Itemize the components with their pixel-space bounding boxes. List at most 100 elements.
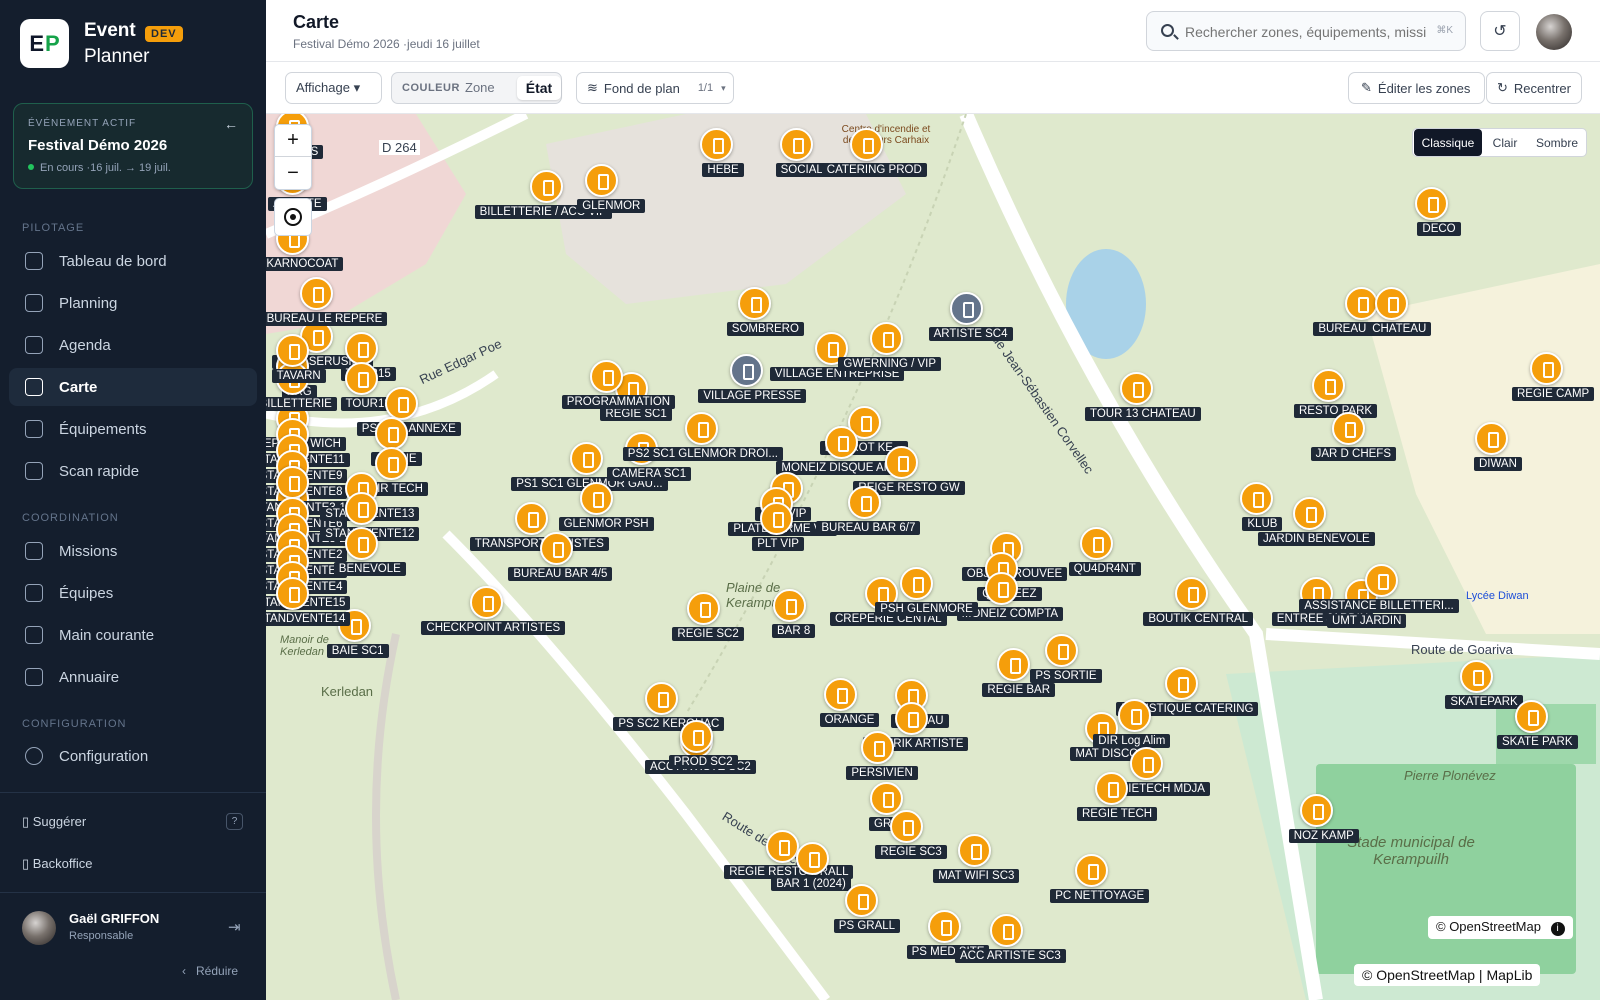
map-marker[interactable]: [680, 720, 713, 753]
recenter-button[interactable]: ↻ Recentrer: [1486, 72, 1582, 104]
nav-planning[interactable]: Planning: [9, 284, 257, 322]
map-marker[interactable]: [1415, 187, 1448, 220]
display-menu-button[interactable]: Affichage ▾: [285, 72, 382, 104]
map-marker[interactable]: [276, 577, 309, 610]
map-marker[interactable]: [1365, 564, 1398, 597]
map-marker[interactable]: [890, 810, 923, 843]
nav-equipements[interactable]: Équipements: [9, 410, 257, 448]
map-marker[interactable]: [585, 164, 618, 197]
search-input[interactable]: [1185, 21, 1435, 43]
zoom-out-button[interactable]: −: [275, 157, 311, 189]
map-marker[interactable]: [1045, 634, 1078, 667]
map-marker[interactable]: [1095, 772, 1128, 805]
map-marker[interactable]: [530, 170, 563, 203]
map-marker[interactable]: [276, 334, 309, 367]
info-icon[interactable]: i: [1550, 922, 1565, 936]
color-option-etat[interactable]: État: [517, 76, 561, 100]
map-marker[interactable]: [766, 830, 799, 863]
map-marker[interactable]: [1345, 287, 1378, 320]
map-marker[interactable]: [1165, 667, 1198, 700]
map-marker[interactable]: [796, 842, 829, 875]
zoom-in-button[interactable]: +: [275, 125, 311, 157]
map-marker[interactable]: [730, 354, 763, 387]
map-marker[interactable]: [1175, 577, 1208, 610]
map-marker[interactable]: [345, 492, 378, 525]
style-option-clair[interactable]: Clair: [1483, 129, 1527, 156]
map-marker[interactable]: [1530, 352, 1563, 385]
collapse-sidebar-button[interactable]: ‹ Réduire: [182, 964, 238, 978]
map-attribution-compact[interactable]: © OpenStreetMap i: [1428, 916, 1573, 939]
refresh-button[interactable]: ↺: [1480, 11, 1520, 51]
map-marker[interactable]: [997, 648, 1030, 681]
global-search[interactable]: ⌘K: [1146, 11, 1466, 51]
map-marker[interactable]: [385, 387, 418, 420]
map-marker[interactable]: [1118, 699, 1151, 732]
nav-tableau-de-bord[interactable]: Tableau de bord: [9, 242, 257, 280]
app-logo[interactable]: EP: [20, 19, 69, 68]
map-marker[interactable]: [780, 128, 813, 161]
map-marker[interactable]: [848, 486, 881, 519]
header-avatar[interactable]: [1536, 14, 1572, 50]
map-marker[interactable]: [990, 914, 1023, 947]
map-marker[interactable]: [470, 586, 503, 619]
backoffice-link[interactable]: ▯ Backoffice: [22, 856, 93, 872]
map-marker[interactable]: [870, 782, 903, 815]
map-marker[interactable]: [958, 834, 991, 867]
logout-icon[interactable]: ⇥: [228, 918, 241, 936]
map-marker[interactable]: [515, 502, 548, 535]
map-marker[interactable]: [685, 412, 718, 445]
map-marker[interactable]: [590, 360, 623, 393]
map-marker[interactable]: [1080, 527, 1113, 560]
map-marker[interactable]: [950, 292, 983, 325]
map-marker[interactable]: [760, 502, 793, 535]
style-option-classique[interactable]: Classique: [1414, 129, 1482, 156]
suggest-link[interactable]: ▯ Suggérer: [22, 814, 86, 830]
map-marker[interactable]: [1375, 287, 1408, 320]
map-marker[interactable]: [895, 702, 928, 735]
map-marker[interactable]: [928, 910, 961, 943]
map-marker[interactable]: [300, 277, 333, 310]
map-marker[interactable]: [1475, 422, 1508, 455]
map-marker[interactable]: [687, 592, 720, 625]
map-marker[interactable]: [1515, 700, 1548, 733]
map-marker[interactable]: [845, 884, 878, 917]
nav-agenda[interactable]: Agenda: [9, 326, 257, 364]
map-marker[interactable]: [580, 482, 613, 515]
map-marker[interactable]: [700, 128, 733, 161]
map-marker[interactable]: [1460, 660, 1493, 693]
map-marker[interactable]: [1240, 482, 1273, 515]
map-marker[interactable]: [861, 731, 894, 764]
map-marker[interactable]: [738, 287, 771, 320]
nav-scan-rapide[interactable]: Scan rapide: [9, 452, 257, 490]
map-marker[interactable]: [645, 682, 678, 715]
nav-missions[interactable]: Missions: [9, 532, 257, 570]
map-marker[interactable]: [276, 466, 309, 499]
map-marker[interactable]: [1312, 369, 1345, 402]
style-option-sombre[interactable]: Sombre: [1527, 129, 1587, 156]
map-marker[interactable]: [773, 589, 806, 622]
map-marker[interactable]: [1075, 854, 1108, 887]
basemap-select[interactable]: ≋ Fond de plan 1/1 ▾: [576, 72, 734, 104]
nav-equipes[interactable]: Équipes: [9, 574, 257, 612]
map-marker[interactable]: [1300, 794, 1333, 827]
active-event-card[interactable]: ÉVÉNEMENT ACTIF ← Festival Démo 2026 En …: [13, 103, 253, 189]
map-marker[interactable]: [1332, 412, 1365, 445]
map-marker[interactable]: [885, 446, 918, 479]
nav-carte[interactable]: Carte: [9, 368, 257, 406]
map-marker[interactable]: [1120, 372, 1153, 405]
back-arrow-icon[interactable]: ←: [224, 116, 238, 132]
map-marker[interactable]: [870, 322, 903, 355]
map-marker[interactable]: [1293, 497, 1326, 530]
map-marker[interactable]: [985, 572, 1018, 605]
map-marker[interactable]: [570, 442, 603, 475]
map-marker[interactable]: [375, 417, 408, 450]
map-marker[interactable]: [1130, 747, 1163, 780]
map-marker[interactable]: [345, 362, 378, 395]
map-marker[interactable]: [345, 527, 378, 560]
nav-configuration[interactable]: Configuration: [9, 737, 257, 775]
map-marker[interactable]: [900, 567, 933, 600]
map-marker[interactable]: [345, 332, 378, 365]
color-option-zone[interactable]: Zone: [465, 80, 495, 95]
nav-main-courante[interactable]: Main courante: [9, 616, 257, 654]
locate-button[interactable]: [274, 198, 312, 236]
